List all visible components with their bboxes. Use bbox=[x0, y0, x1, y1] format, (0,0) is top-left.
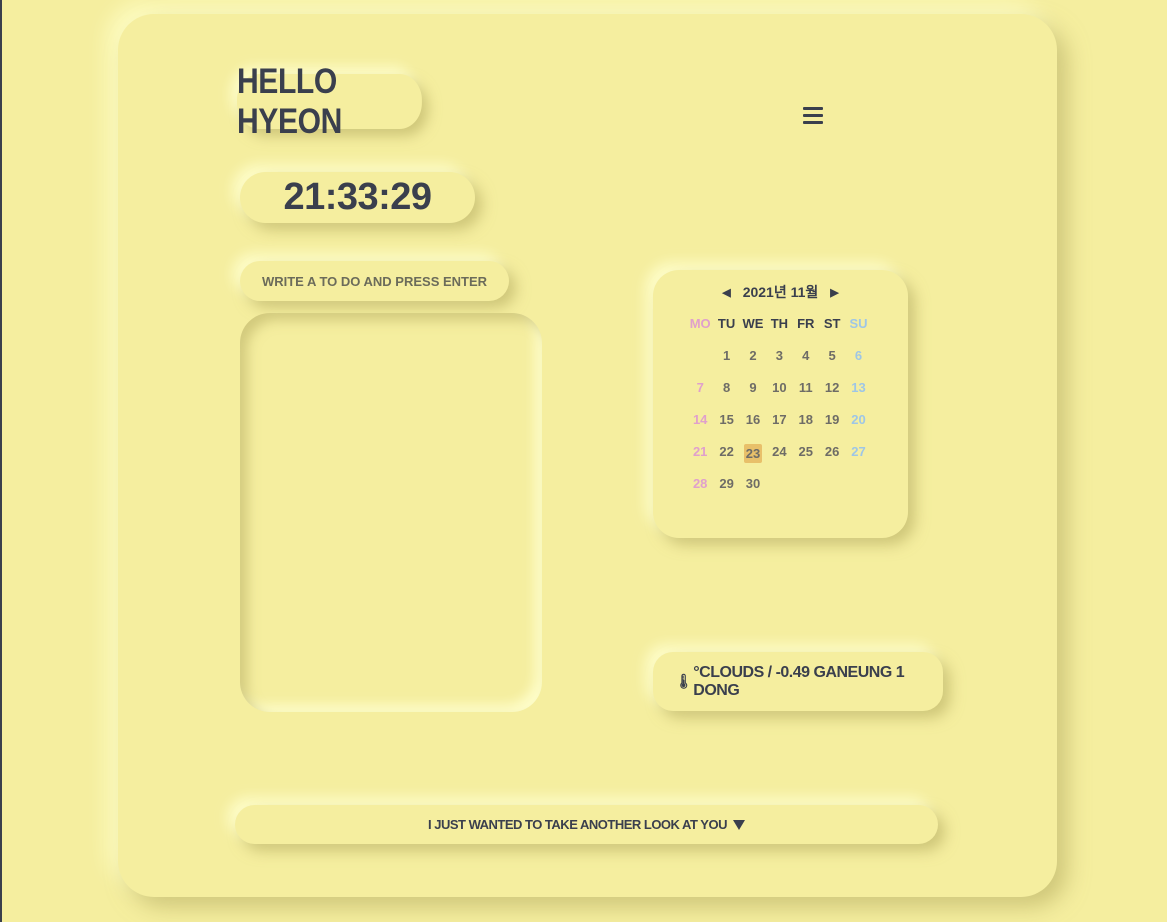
weekday-label: WE bbox=[742, 316, 764, 331]
calendar-empty-cell bbox=[793, 476, 819, 508]
calendar-day[interactable]: 11 bbox=[793, 380, 819, 412]
calendar-empty-cell bbox=[845, 476, 871, 508]
todo-input[interactable] bbox=[240, 260, 509, 302]
play-triangle-icon bbox=[732, 819, 745, 830]
next-month-icon[interactable]: ▶ bbox=[830, 286, 838, 299]
calendar-day[interactable]: 1 bbox=[713, 348, 739, 380]
todo-input-wrapper bbox=[240, 260, 509, 302]
weather-widget: 🌡 °Clouds / -0.49 Ganeung 1 Dong bbox=[653, 652, 943, 711]
calendar-day[interactable]: 24 bbox=[766, 444, 792, 476]
calendar-day[interactable]: 27 bbox=[845, 444, 871, 476]
calendar-day[interactable]: 10 bbox=[766, 380, 792, 412]
calendar-header: ◀ 2021년 11월 ▶ bbox=[653, 282, 908, 302]
calendar-grid: MO TU WE TH FR ST SU 1 2 3 4 5 6 7 8 9 10 11 12 13 14 15 16 17 1… bbox=[687, 316, 872, 508]
hamburger-menu-icon[interactable] bbox=[801, 104, 825, 128]
calendar-day[interactable]: 29 bbox=[713, 476, 739, 508]
calendar-day[interactable]: 26 bbox=[819, 444, 845, 476]
clock: 21:33:29 bbox=[240, 172, 475, 223]
calendar-empty-cell bbox=[687, 348, 713, 380]
calendar: ◀ 2021년 11월 ▶ MO TU WE TH FR ST SU 1 2 3 4 5 6 7 8 9 10 1… bbox=[653, 270, 908, 538]
music-player-button[interactable]: I just wanted to take another look at yo… bbox=[235, 805, 938, 844]
calendar-day[interactable]: 12 bbox=[819, 380, 845, 412]
calendar-day[interactable]: 19 bbox=[819, 412, 845, 444]
calendar-day[interactable]: 15 bbox=[713, 412, 739, 444]
calendar-day[interactable]: 22 bbox=[713, 444, 739, 476]
weekday-label: TH bbox=[770, 316, 789, 331]
music-title: I just wanted to take another look at yo… bbox=[428, 817, 727, 832]
calendar-empty-cell bbox=[766, 476, 792, 508]
thermometer-icon: 🌡 bbox=[675, 673, 693, 689]
greeting: Hello Hyeon bbox=[237, 62, 422, 141]
weather-text: °Clouds / -0.49 Ganeung 1 Dong bbox=[693, 663, 905, 699]
weekday-label: TU bbox=[717, 316, 736, 331]
calendar-day[interactable]: 8 bbox=[713, 380, 739, 412]
calendar-day[interactable]: 23 bbox=[740, 444, 766, 476]
weekday-label: SU bbox=[849, 316, 868, 331]
calendar-day[interactable]: 2 bbox=[740, 348, 766, 380]
calendar-title: 2021년 11월 bbox=[742, 284, 819, 300]
calendar-day[interactable]: 25 bbox=[793, 444, 819, 476]
calendar-day[interactable]: 18 bbox=[793, 412, 819, 444]
calendar-day[interactable]: 13 bbox=[845, 380, 871, 412]
calendar-day[interactable]: 20 bbox=[845, 412, 871, 444]
calendar-day[interactable]: 16 bbox=[740, 412, 766, 444]
weekday-label: FR bbox=[797, 316, 815, 331]
calendar-empty-cell bbox=[819, 476, 845, 508]
calendar-day[interactable]: 6 bbox=[845, 348, 871, 380]
calendar-day[interactable]: 4 bbox=[793, 348, 819, 380]
calendar-day[interactable]: 17 bbox=[766, 412, 792, 444]
weekday-label: MO bbox=[689, 316, 711, 331]
window-edge bbox=[0, 0, 2, 922]
calendar-day[interactable]: 5 bbox=[819, 348, 845, 380]
calendar-day[interactable]: 28 bbox=[687, 476, 713, 508]
calendar-day[interactable]: 14 bbox=[687, 412, 713, 444]
prev-month-icon[interactable]: ◀ bbox=[722, 286, 730, 299]
todo-list bbox=[240, 313, 542, 712]
calendar-day[interactable]: 3 bbox=[766, 348, 792, 380]
calendar-day[interactable]: 30 bbox=[740, 476, 766, 508]
calendar-day[interactable]: 9 bbox=[740, 380, 766, 412]
calendar-day[interactable]: 21 bbox=[687, 444, 713, 476]
calendar-day[interactable]: 7 bbox=[687, 380, 713, 412]
weekday-label: ST bbox=[823, 316, 841, 331]
